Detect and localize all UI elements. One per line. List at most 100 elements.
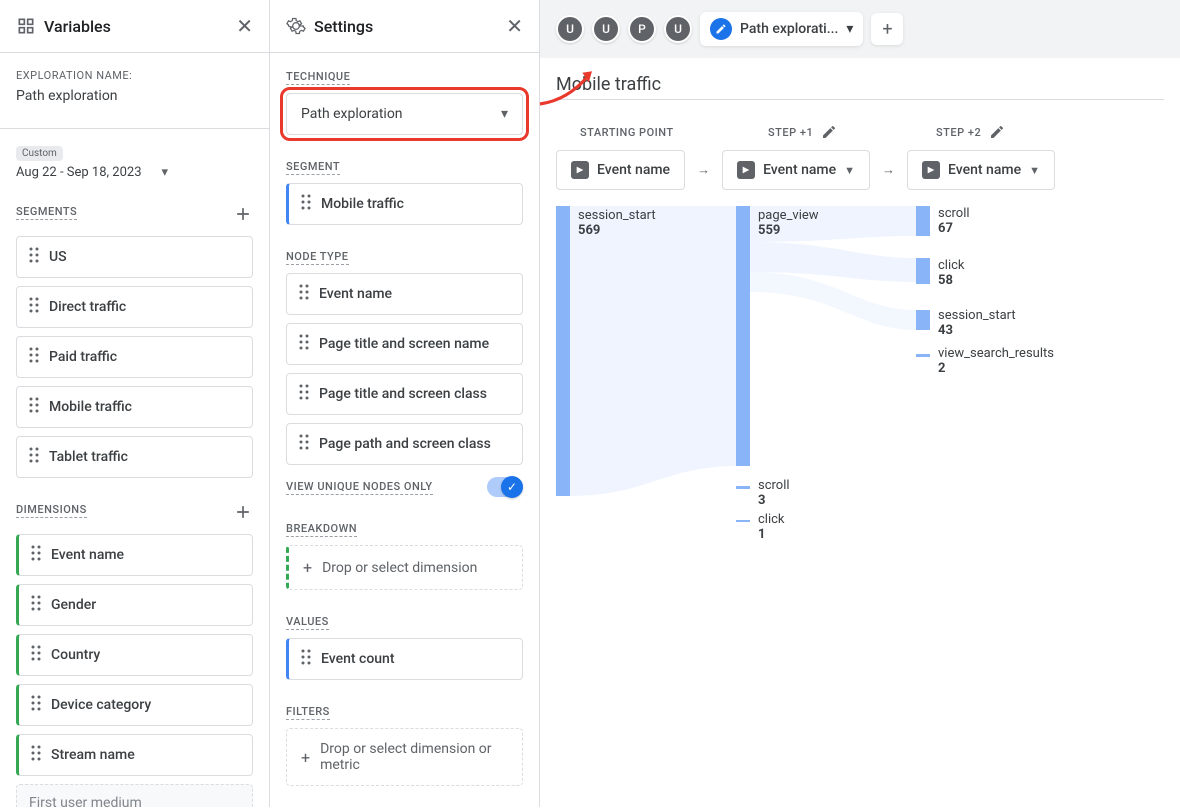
add-dimension-button[interactable] (233, 502, 253, 526)
settings-panel: Settings ✕ TECHNIQUE Path exploration ▾ … (270, 0, 540, 807)
caret-down-icon: ▾ (501, 106, 508, 122)
segment-applied-chip[interactable]: Mobile traffic (286, 183, 523, 225)
segment-chip[interactable]: Mobile traffic (16, 386, 253, 428)
step-start-label: STARTING POINT (580, 126, 730, 139)
caret-down-icon: ▾ (162, 165, 169, 180)
drag-handle-icon (29, 397, 39, 417)
segments-label: SEGMENTS (16, 205, 77, 220)
sankey-node[interactable] (916, 206, 930, 236)
breakdown-dropzone[interactable]: +Drop or select dimension (286, 545, 523, 590)
unique-nodes-toggle[interactable] (487, 477, 523, 497)
sankey-links (556, 206, 1116, 606)
canvas-title[interactable]: Mobile traffic (556, 74, 1164, 100)
event-icon (737, 161, 755, 179)
pencil-icon[interactable] (989, 124, 1005, 140)
unique-nodes-label: VIEW UNIQUE NODES ONLY (286, 480, 433, 495)
drag-handle-icon (299, 384, 309, 404)
sankey-node[interactable] (556, 206, 570, 496)
sankey-node-label: view_search_results2 (938, 346, 1054, 376)
nodetype-chip[interactable]: Page title and screen class (286, 373, 523, 415)
segment-label: SEGMENT (286, 160, 340, 175)
sankey-node-label: click58 (938, 258, 965, 288)
sankey-node-label: scroll3 (758, 478, 790, 508)
arrow-right-icon: → (882, 162, 895, 178)
tab-u[interactable]: U (664, 15, 692, 43)
pencil-icon (710, 18, 732, 40)
values-chip[interactable]: Event count (286, 638, 523, 680)
segment-chip[interactable]: Tablet traffic (16, 436, 253, 478)
drag-handle-icon (31, 645, 41, 665)
dimension-chip[interactable]: Event name (16, 534, 253, 576)
tabs-row: U U P U Path explorati... ▾ + (540, 0, 1180, 58)
nodetype-chip[interactable]: Page path and screen class (286, 423, 523, 465)
drag-handle-icon (299, 334, 309, 354)
sankey-node[interactable] (916, 258, 930, 284)
drag-handle-icon (301, 649, 311, 669)
technique-dropdown[interactable]: Path exploration ▾ (286, 93, 523, 135)
drag-handle-icon (29, 447, 39, 467)
variables-title: Variables (44, 17, 111, 36)
drag-handle-icon (31, 545, 41, 565)
dimension-chip[interactable]: Stream name (16, 734, 253, 776)
add-tab-button[interactable]: + (871, 13, 903, 45)
drag-handle-icon (299, 284, 309, 304)
plus-icon: + (303, 558, 312, 577)
sankey-node-label: scroll67 (938, 206, 970, 236)
drag-handle-icon (31, 745, 41, 765)
step-1-label: STEP +1 (768, 124, 898, 140)
arrow-right-icon: → (697, 162, 710, 178)
tab-u[interactable]: U (556, 15, 584, 43)
plus-icon: + (301, 748, 310, 767)
tab-p[interactable]: P (628, 15, 656, 43)
dimensions-label: DIMENSIONS (16, 503, 87, 518)
settings-header: Settings ✕ (270, 0, 539, 53)
values-label: VALUES (286, 615, 329, 630)
variables-header: Variables ✕ (0, 0, 269, 53)
technique-label: TECHNIQUE (286, 70, 350, 85)
caret-down-icon: ▼ (1029, 164, 1040, 177)
sankey-node[interactable] (916, 310, 930, 330)
exploration-name-input[interactable]: Path exploration (16, 88, 253, 104)
drag-handle-icon (29, 347, 39, 367)
dimension-chip[interactable]: Country (16, 634, 253, 676)
caret-down-icon: ▼ (844, 164, 855, 177)
pencil-icon[interactable] (821, 124, 837, 140)
dimension-chip[interactable]: Device category (16, 684, 253, 726)
event-icon (571, 161, 589, 179)
drag-handle-icon (31, 595, 41, 615)
settings-title: Settings (314, 17, 373, 36)
step-2-label: STEP +2 (936, 124, 1005, 140)
nodetype-chip[interactable]: Event name (286, 273, 523, 315)
sankey-node[interactable] (916, 354, 930, 357)
drag-handle-icon (301, 194, 311, 214)
step-start-chip[interactable]: Event name (556, 150, 685, 190)
add-segment-button[interactable] (233, 204, 253, 228)
sankey-node-label: click1 (758, 512, 785, 542)
segment-chip[interactable]: Paid traffic (16, 336, 253, 378)
caret-down-icon: ▾ (846, 21, 853, 37)
sankey-node[interactable] (736, 206, 750, 466)
step-2-chip[interactable]: Event name▼ (907, 150, 1055, 190)
date-badge: Custom (16, 146, 63, 161)
segment-chip[interactable]: US (16, 236, 253, 278)
sankey-node[interactable] (736, 520, 750, 522)
close-settings-button[interactable]: ✕ (506, 16, 523, 36)
drag-handle-icon (29, 247, 39, 267)
nodetype-chip[interactable]: Page title and screen name (286, 323, 523, 365)
tab-u[interactable]: U (592, 15, 620, 43)
tab-active[interactable]: Path explorati... ▾ (700, 12, 863, 46)
dimension-chip[interactable]: Gender (16, 584, 253, 626)
date-range-picker[interactable]: Aug 22 - Sep 18, 2023 ▾ (16, 165, 253, 180)
close-variables-button[interactable]: ✕ (236, 16, 253, 36)
sankey-node[interactable] (736, 486, 750, 489)
segment-chip[interactable]: Direct traffic (16, 286, 253, 328)
drag-handle-icon (31, 695, 41, 715)
sankey-node-label: session_start569 (578, 208, 656, 238)
filters-dropzone[interactable]: +Drop or select dimension or metric (286, 728, 523, 786)
sankey-node-label: page_view559 (758, 208, 819, 238)
step-1-chip[interactable]: Event name▼ (722, 150, 870, 190)
drag-handle-icon (29, 297, 39, 317)
gear-icon (286, 16, 306, 36)
nodetype-label: NODE TYPE (286, 250, 349, 265)
dimension-placeholder[interactable]: First user medium (16, 784, 253, 807)
